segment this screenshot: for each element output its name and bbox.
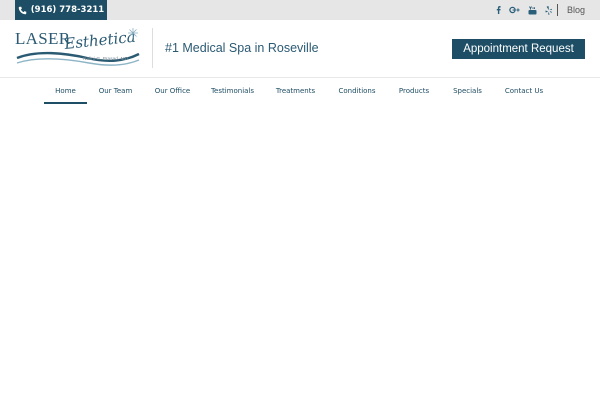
nav-item-testimonials[interactable]: Testimonials (201, 78, 264, 104)
yelp-icon[interactable] (545, 5, 552, 15)
phone-icon (18, 6, 27, 15)
nav-item-label: Treatments (275, 87, 316, 95)
phone-button[interactable]: (916) 778-3211 (15, 0, 107, 20)
laser-esthetica-logo[interactable]: LASER Esthetica Nalini G. Prasad, MD (15, 27, 143, 71)
star-sparkle-icon (128, 28, 138, 38)
appointment-request-button[interactable]: Appointment Request (452, 39, 585, 59)
logo-doctor-name: Nalini G. Prasad, MD (83, 56, 129, 62)
google-plus-icon[interactable] (509, 6, 520, 14)
facebook-icon[interactable] (496, 6, 501, 14)
nav-item-products[interactable]: Products (387, 78, 441, 104)
header-divider (152, 28, 153, 68)
site-header: LASER Esthetica Nalini G. Prasad, MD #1 … (0, 20, 600, 78)
nav-item-label: Products (398, 87, 430, 95)
nav-item-specials[interactable]: Specials (441, 78, 494, 104)
phone-number: (916) 778-3211 (30, 5, 105, 15)
nav-item-label: Home (55, 87, 76, 95)
nav-item-conditions[interactable]: Conditions (327, 78, 387, 104)
topbar-divider (557, 4, 558, 16)
nav-item-label: Our Team (98, 87, 133, 95)
nav-item-our-team[interactable]: Our Team (87, 78, 144, 104)
nav-item-label: Specials (453, 87, 482, 95)
nav-item-contact-us[interactable]: Contact Us (494, 78, 554, 104)
top-utility-bar: (916) 778-3211 Blog (0, 0, 600, 20)
nav-item-our-office[interactable]: Our Office (144, 78, 201, 104)
logo-word-esthetica: Esthetica (63, 28, 137, 53)
youtube-icon[interactable] (528, 5, 537, 15)
nav-item-treatments[interactable]: Treatments (264, 78, 327, 104)
logo-word-laser: LASER (15, 29, 71, 48)
blog-link[interactable]: Blog (567, 0, 585, 20)
tagline: #1 Medical Spa in Roseville (165, 41, 319, 55)
social-links (496, 0, 552, 20)
nav-item-label: Conditions (338, 87, 376, 95)
nav-item-label: Contact Us (504, 87, 544, 95)
nav-item-label: Testimonials (210, 87, 255, 95)
nav-item-home[interactable]: Home (44, 78, 87, 104)
nav-item-label: Our Office (154, 87, 191, 95)
main-nav: Home Our Team Our Office Testimonials Tr… (44, 78, 554, 104)
